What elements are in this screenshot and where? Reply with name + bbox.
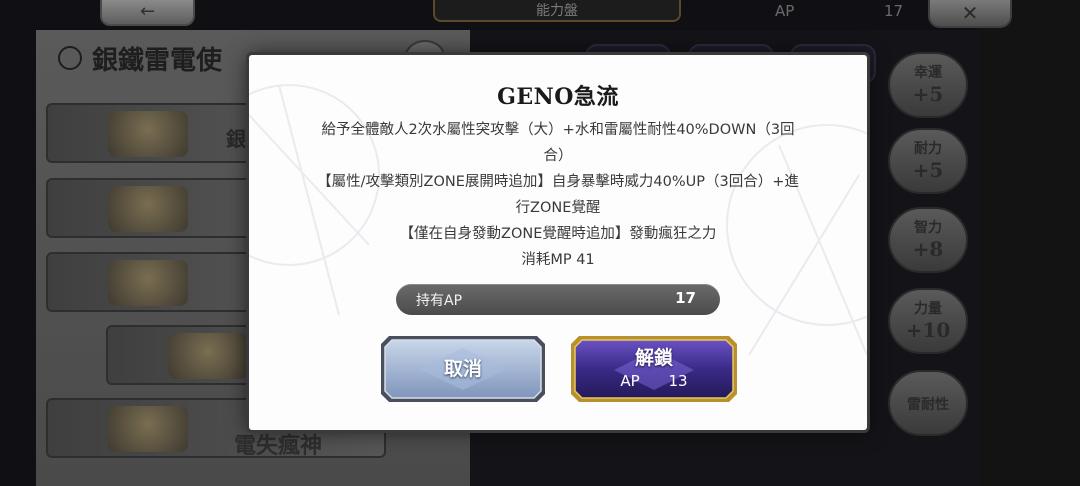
stat-node-luck[interactable]: 幸運 +5	[888, 52, 968, 118]
skill-description-line: 給予全體敵人2次水屬性突攻擊（大）+水和雷屬性耐性40%DOWN（3回	[321, 122, 795, 138]
unlock-skill-dialog: GENO急流 給予全體敵人2次水屬性突攻擊（大）+水和雷屬性耐性40%DOWN（…	[249, 55, 867, 430]
stat-value: +10	[905, 318, 951, 342]
stat-node-thunder-resist[interactable]: 雷耐性	[888, 370, 968, 436]
stat-name: 幸運	[914, 65, 942, 81]
owned-ap-value: 17	[675, 289, 696, 307]
stat-value: +5	[912, 158, 944, 182]
unlock-cost: AP 13	[569, 372, 739, 390]
stat-name: 智力	[914, 220, 942, 236]
skill-portrait	[108, 186, 188, 232]
skill-portrait	[168, 333, 248, 379]
character-title: 銀鐵雷電使	[92, 46, 223, 76]
skill-description-line: 合）	[543, 148, 573, 164]
cancel-button[interactable]: 取消	[379, 334, 547, 404]
back-arrow-icon: ←	[139, 1, 156, 22]
skill-row-label: 銀	[226, 127, 246, 151]
unlock-button-label: 解鎖	[634, 347, 673, 369]
skill-portrait	[108, 111, 188, 157]
close-icon: ✕	[961, 1, 979, 25]
stat-name: 耐力	[914, 141, 942, 157]
unlock-cost-label: AP	[620, 372, 640, 390]
stat-name: 雷耐性	[907, 397, 949, 413]
top-ap-value: 17	[884, 2, 904, 20]
skill-description-line: 【屬性/攻擊類別ZONE展開時追加】自身暴擊時威力40%UP（3回合）+進	[317, 174, 799, 190]
stat-value: +5	[912, 82, 944, 106]
skill-portrait	[108, 406, 188, 452]
close-button[interactable]: ✕	[928, 0, 1012, 28]
unlock-button[interactable]: 解鎖 AP 13	[569, 334, 739, 404]
skill-description-line: 行ZONE覺醒	[515, 200, 601, 216]
character-level-badge	[58, 46, 82, 70]
mp-cost-line: 消耗MP 41	[521, 252, 595, 268]
owned-ap-label: 持有AP	[416, 293, 463, 309]
cancel-button-label: 取消	[443, 358, 482, 380]
stat-node-stamina[interactable]: 耐力 +5	[888, 128, 968, 194]
stat-node-intelligence[interactable]: 智力 +8	[888, 207, 968, 273]
right-margin	[980, 0, 1080, 486]
back-button[interactable]: ←	[100, 0, 195, 26]
unlock-cost-value: 13	[668, 372, 688, 390]
skill-row-label: 電失瘋神	[234, 433, 323, 459]
skill-portrait	[108, 260, 188, 306]
dialog-title: GENO急流	[497, 84, 619, 110]
top-ap-label: AP	[775, 2, 795, 20]
owned-ap-bar: 持有AP 17	[396, 284, 720, 315]
skill-description-line: 【僅在自身發動ZONE覺醒時追加】發動瘋狂之力	[399, 226, 717, 242]
stat-name: 力量	[914, 301, 942, 317]
stat-node-strength[interactable]: 力量 +10	[888, 288, 968, 354]
stat-value: +8	[912, 237, 944, 261]
screen-title: 能力盤	[433, 0, 681, 22]
